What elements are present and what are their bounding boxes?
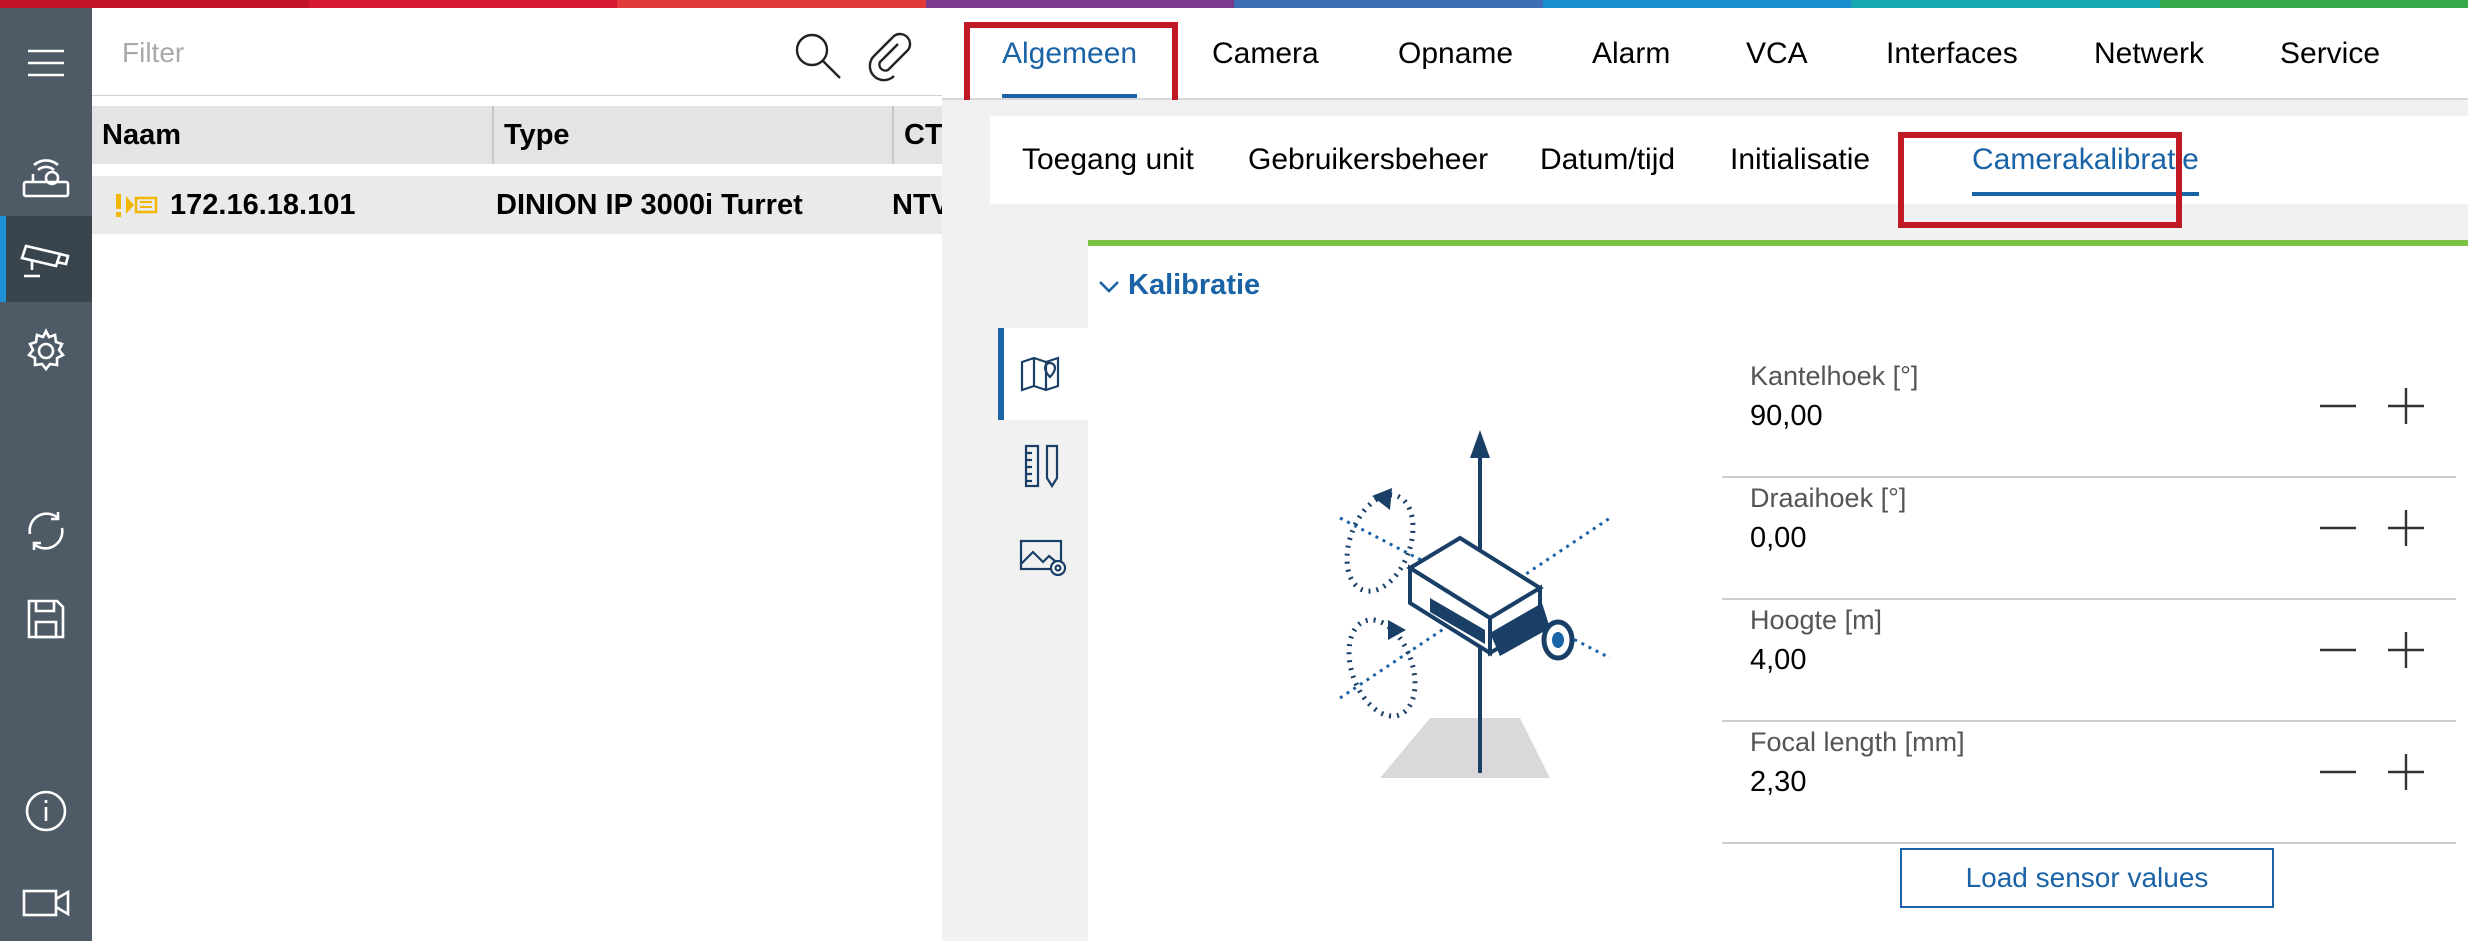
ruler-pencil-icon [1023, 443, 1063, 489]
devices-button[interactable] [0, 136, 92, 222]
filter-bar [92, 8, 942, 96]
field-height: Hoogte [m] 4,00 [1722, 600, 2456, 722]
minus-icon [2318, 508, 2358, 548]
calibration-section-header[interactable]: Kalibratie [1098, 260, 1260, 310]
tab-netwerk[interactable]: Netwerk [2094, 8, 2204, 100]
roll-angle-increment-button[interactable] [2380, 502, 2432, 554]
roll-angle-decrement-button[interactable] [2312, 502, 2364, 554]
field-focal-length: Focal length [mm] 2,30 [1722, 722, 2456, 844]
save-button[interactable] [0, 576, 92, 662]
tab-opname[interactable]: Opname [1398, 8, 1513, 100]
network-devices-icon [21, 156, 71, 202]
filter-input[interactable] [120, 28, 740, 78]
highlight-camerakalibratie [1898, 132, 2182, 228]
camera-calibration-illustration [1310, 418, 1640, 798]
brand-stripe-segment [1543, 0, 1852, 8]
video-icon [21, 887, 71, 919]
column-header-type[interactable]: Type [492, 106, 892, 164]
brand-color-bar [0, 0, 2468, 8]
subtab-toegang-unit[interactable]: Toegang unit [1022, 116, 1194, 204]
chevron-down-icon [1098, 260, 1128, 310]
video-button[interactable] [0, 860, 92, 946]
device-table-header: Naam Type CTI [92, 106, 942, 164]
roll-angle-label: Draaihoek [°] [1750, 478, 1906, 518]
subtab-gebruikersbeheer[interactable]: Gebruikersbeheer [1248, 116, 1488, 204]
plus-icon [2386, 508, 2426, 548]
info-button[interactable] [0, 768, 92, 854]
brand-stripe-segment [2160, 0, 2468, 8]
tab-service[interactable]: Service [2280, 8, 2380, 100]
focal-length-increment-button[interactable] [2380, 746, 2432, 798]
tilt-angle-decrement-button[interactable] [2312, 380, 2364, 432]
brand-stripe-segment [309, 0, 618, 8]
tab-vca[interactable]: VCA [1746, 8, 1808, 100]
paperclip-icon [864, 30, 916, 82]
device-list-panel: Naam Type CTI 172.16.18.101 DINION IP 30… [92, 8, 942, 941]
menu-button[interactable] [0, 20, 92, 106]
subtab-datum-tijd[interactable]: Datum/tijd [1540, 116, 1675, 204]
navigation-rail [0, 8, 92, 941]
device-name: 172.16.18.101 [170, 176, 490, 234]
tab-interfaces[interactable]: Interfaces [1886, 8, 2018, 100]
menu-icon [26, 47, 66, 79]
height-label: Hoogte [m] [1750, 600, 1882, 640]
map-pin-icon [1019, 354, 1067, 394]
search-button[interactable] [792, 30, 844, 82]
info-icon [24, 789, 68, 833]
warning-device-icon [114, 192, 160, 218]
settings-gear-icon [23, 328, 69, 374]
focal-length-decrement-button[interactable] [2312, 746, 2364, 798]
search-icon [792, 30, 844, 82]
device-cti: NTV [892, 176, 942, 234]
plus-icon [2386, 630, 2426, 670]
table-row[interactable]: 172.16.18.101 DINION IP 3000i Turret NTV [92, 176, 942, 234]
brand-stripe-segment [926, 0, 1235, 8]
side-tab-map[interactable] [998, 328, 1088, 420]
plus-icon [2386, 386, 2426, 426]
camera-config-button[interactable] [0, 216, 92, 302]
focal-length-label: Focal length [mm] [1750, 722, 1965, 762]
tilt-angle-label: Kantelhoek [°] [1750, 356, 1918, 396]
load-sensor-values-button[interactable]: Load sensor values [1900, 848, 2274, 908]
field-roll-angle: Draaihoek [°] 0,00 [1722, 478, 2456, 600]
minus-icon [2318, 752, 2358, 792]
device-type: DINION IP 3000i Turret [496, 176, 886, 234]
tilt-angle-value[interactable]: 90,00 [1750, 394, 1823, 438]
camera-icon [20, 236, 72, 282]
calibration-side-tabs [998, 328, 1088, 606]
roll-angle-value[interactable]: 0,00 [1750, 516, 1806, 560]
image-settings-icon [1018, 538, 1068, 578]
brand-stripe-segment [617, 0, 926, 8]
side-tab-image[interactable] [998, 512, 1088, 604]
focal-length-value[interactable]: 2,30 [1750, 760, 1806, 804]
tab-camera[interactable]: Camera [1212, 8, 1319, 100]
height-decrement-button[interactable] [2312, 624, 2364, 676]
calibration-section-title: Kalibratie [1128, 269, 1260, 301]
field-tilt-angle: Kantelhoek [°] 90,00 [1722, 356, 2456, 478]
minus-icon [2318, 630, 2358, 670]
refresh-button[interactable] [0, 488, 92, 574]
refresh-icon [22, 508, 70, 554]
brand-stripe-segment [1851, 0, 2160, 8]
save-icon [26, 598, 66, 640]
subtab-initialisatie[interactable]: Initialisatie [1730, 116, 1870, 204]
height-value[interactable]: 4,00 [1750, 638, 1806, 682]
column-header-name[interactable]: Naam [92, 106, 492, 164]
brand-stripe-segment [0, 0, 309, 8]
sub-tab-bar: Toegang unit Gebruikersbeheer Datum/tijd… [990, 116, 2468, 204]
plus-icon [2386, 752, 2426, 792]
column-header-cti[interactable]: CTI [892, 106, 942, 164]
tilt-angle-increment-button[interactable] [2380, 380, 2432, 432]
minus-icon [2318, 386, 2358, 426]
brand-stripe-segment [1234, 0, 1543, 8]
attach-button[interactable] [864, 30, 916, 82]
settings-button[interactable] [0, 308, 92, 394]
tab-alarm[interactable]: Alarm [1592, 8, 1670, 100]
height-increment-button[interactable] [2380, 624, 2432, 676]
side-tab-measure[interactable] [998, 420, 1088, 512]
